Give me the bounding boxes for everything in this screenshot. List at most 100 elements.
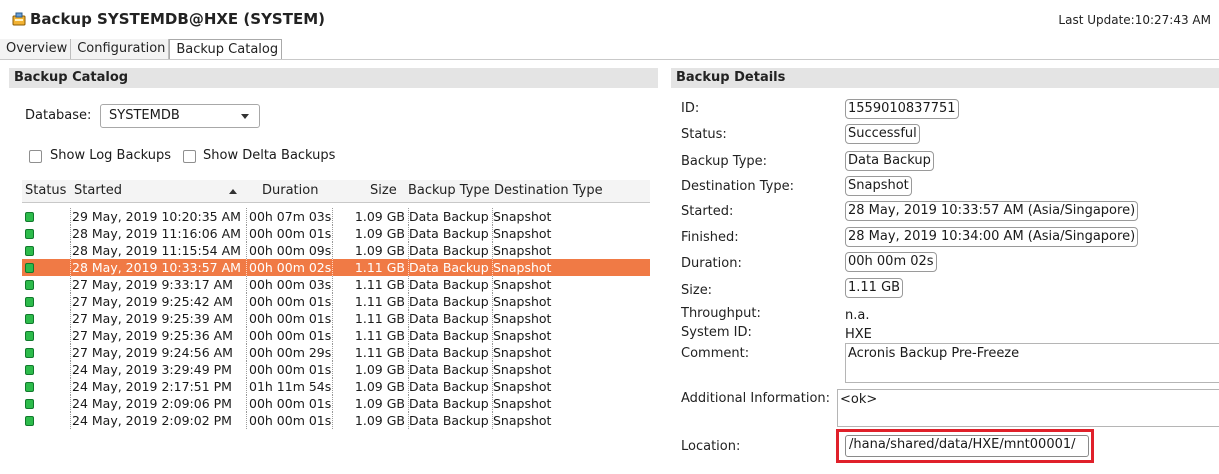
started-cell: 29 May, 2019 10:20:35 AM	[72, 209, 241, 224]
column-separator	[408, 225, 409, 242]
system-id-label: System ID:	[681, 325, 752, 340]
status-ok-icon	[25, 212, 34, 222]
backup-type-cell: Data Backup	[409, 379, 489, 394]
status-value: Successful	[845, 124, 920, 144]
column-separator	[408, 395, 409, 412]
size-cell: 1.09 GB	[354, 362, 405, 377]
location-label: Location:	[681, 439, 741, 454]
column-separator	[70, 293, 71, 310]
backup-type-cell: Data Backup	[409, 243, 489, 258]
table-row[interactable]: 27 May, 2019 9:25:39 AM 00h 00m 01s 1.11 G…	[22, 310, 650, 327]
column-separator	[70, 395, 71, 412]
started-label: Started:	[681, 204, 734, 219]
column-separator	[408, 361, 409, 378]
column-separator	[492, 344, 493, 361]
column-separator	[492, 208, 493, 225]
status-ok-icon	[25, 263, 34, 273]
column-separator	[492, 395, 493, 412]
location-value: /hana/shared/data/HXE/mnt00001/	[849, 437, 1076, 452]
backup-type-cell: Data Backup	[409, 226, 489, 241]
size-value: 1.11 GB	[845, 278, 904, 298]
column-separator	[492, 310, 493, 327]
show-log-backups-label[interactable]: Show Log Backups	[50, 148, 171, 163]
table-row[interactable]: 27 May, 2019 9:33:17 AM 00h 00m 03s 1.11 G…	[22, 276, 650, 293]
backup-catalog-table: Status Started Duration Size Backup Type…	[22, 180, 650, 474]
status-ok-icon	[25, 365, 34, 375]
comment-field[interactable]: Acronis Backup Pre-Freeze	[845, 343, 1219, 383]
tab-overview[interactable]: Overview	[0, 39, 72, 59]
column-header-started[interactable]: Started	[74, 183, 122, 198]
table-row[interactable]: 27 May, 2019 9:25:42 AM 00h 00m 01s 1.11 G…	[22, 293, 650, 310]
column-header-duration[interactable]: Duration	[262, 183, 318, 198]
column-separator	[332, 276, 333, 293]
additional-information-field[interactable]: <ok>	[837, 389, 1219, 427]
column-separator	[246, 293, 247, 310]
database-label: Database:	[25, 108, 92, 123]
table-row[interactable]: 27 May, 2019 9:24:56 AM 00h 00m 29s 1.11 G…	[22, 344, 650, 361]
backup-type-cell: Data Backup	[409, 362, 489, 377]
title-bar: Backup SYSTEMDB@HXE (SYSTEM) Last Update…	[0, 0, 1219, 34]
table-row[interactable]: 28 May, 2019 10:33:57 AM 00h 00m 02s 1.11 …	[22, 259, 650, 276]
column-separator	[408, 259, 409, 276]
table-row[interactable]: 24 May, 2019 2:09:02 PM 00h 00m 01s 1.09 G…	[22, 412, 650, 429]
column-separator	[246, 327, 247, 344]
size-cell: 1.11 GB	[354, 345, 405, 360]
comment-label: Comment:	[681, 346, 750, 361]
status-cell	[25, 259, 70, 276]
database-select[interactable]: SYSTEMDB	[100, 104, 260, 128]
column-separator	[332, 395, 333, 412]
backup-type-cell: Data Backup	[409, 328, 489, 343]
table-row[interactable]: 28 May, 2019 11:15:54 AM 00h 00m 09s 1.09 …	[22, 242, 650, 259]
table-row[interactable]: 29 May, 2019 10:20:35 AM 00h 07m 03s 1.09 …	[22, 208, 650, 225]
column-separator	[70, 327, 71, 344]
size-cell: 1.09 GB	[354, 413, 405, 428]
started-cell: 28 May, 2019 10:33:57 AM	[72, 260, 241, 275]
backup-type-cell: Data Backup	[409, 277, 489, 292]
table-row[interactable]: 28 May, 2019 11:16:06 AM 00h 00m 01s 1.09 …	[22, 225, 650, 242]
column-header-size[interactable]: Size	[370, 183, 397, 198]
column-separator	[246, 378, 247, 395]
column-separator	[492, 259, 493, 276]
destination-type-cell: Snapshot	[493, 328, 552, 343]
status-cell	[25, 412, 70, 429]
column-header-backup-type[interactable]: Backup Type	[408, 183, 490, 198]
duration-cell: 00h 00m 01s	[249, 396, 332, 411]
status-ok-icon	[25, 399, 34, 409]
show-log-backups-checkbox[interactable]	[29, 150, 42, 163]
table-row[interactable]: 24 May, 2019 2:17:51 PM 01h 11m 54s 1.09 G…	[22, 378, 650, 395]
location-field[interactable]: /hana/shared/data/HXE/mnt00001/	[845, 435, 1089, 457]
column-header-status[interactable]: Status	[25, 183, 66, 198]
throughput-label: Throughput:	[681, 306, 761, 321]
column-header-destination-type[interactable]: Destination Type	[494, 183, 603, 198]
throughput-value: n.a.	[845, 308, 870, 323]
column-separator	[246, 208, 247, 225]
table-row[interactable]: 24 May, 2019 3:29:49 PM 00h 00m 01s 1.09 G…	[22, 361, 650, 378]
system-id-value: HXE	[845, 327, 872, 342]
backup-icon	[12, 12, 26, 26]
column-separator	[408, 208, 409, 225]
started-value: 28 May, 2019 10:33:57 AM (Asia/Singapore…	[845, 201, 1139, 221]
column-separator	[408, 327, 409, 344]
column-separator	[70, 310, 71, 327]
table-row[interactable]: 27 May, 2019 9:25:36 AM 00h 00m 01s 1.11 G…	[22, 327, 650, 344]
column-separator	[70, 361, 71, 378]
tab-configuration[interactable]: Configuration	[71, 39, 170, 59]
destination-type-cell: Snapshot	[493, 226, 552, 241]
show-delta-backups-checkbox[interactable]	[183, 150, 196, 163]
duration-label: Duration:	[681, 256, 742, 271]
column-separator	[246, 395, 247, 412]
table-row[interactable]: 24 May, 2019 2:09:06 PM 00h 00m 01s 1.09 G…	[22, 395, 650, 412]
column-separator	[70, 344, 71, 361]
tab-backup-catalog[interactable]: Backup Catalog	[169, 39, 283, 59]
id-label: ID:	[681, 101, 700, 116]
started-cell: 27 May, 2019 9:25:36 AM	[72, 328, 233, 343]
show-delta-backups-label[interactable]: Show Delta Backups	[203, 148, 335, 163]
started-cell: 24 May, 2019 3:29:49 PM	[72, 362, 232, 377]
column-separator	[246, 310, 247, 327]
id-value: 1559010837751	[845, 99, 959, 119]
column-separator	[246, 259, 247, 276]
backup-type-value: Data Backup	[845, 151, 934, 171]
column-separator	[332, 378, 333, 395]
column-separator	[408, 276, 409, 293]
status-cell	[25, 395, 70, 412]
